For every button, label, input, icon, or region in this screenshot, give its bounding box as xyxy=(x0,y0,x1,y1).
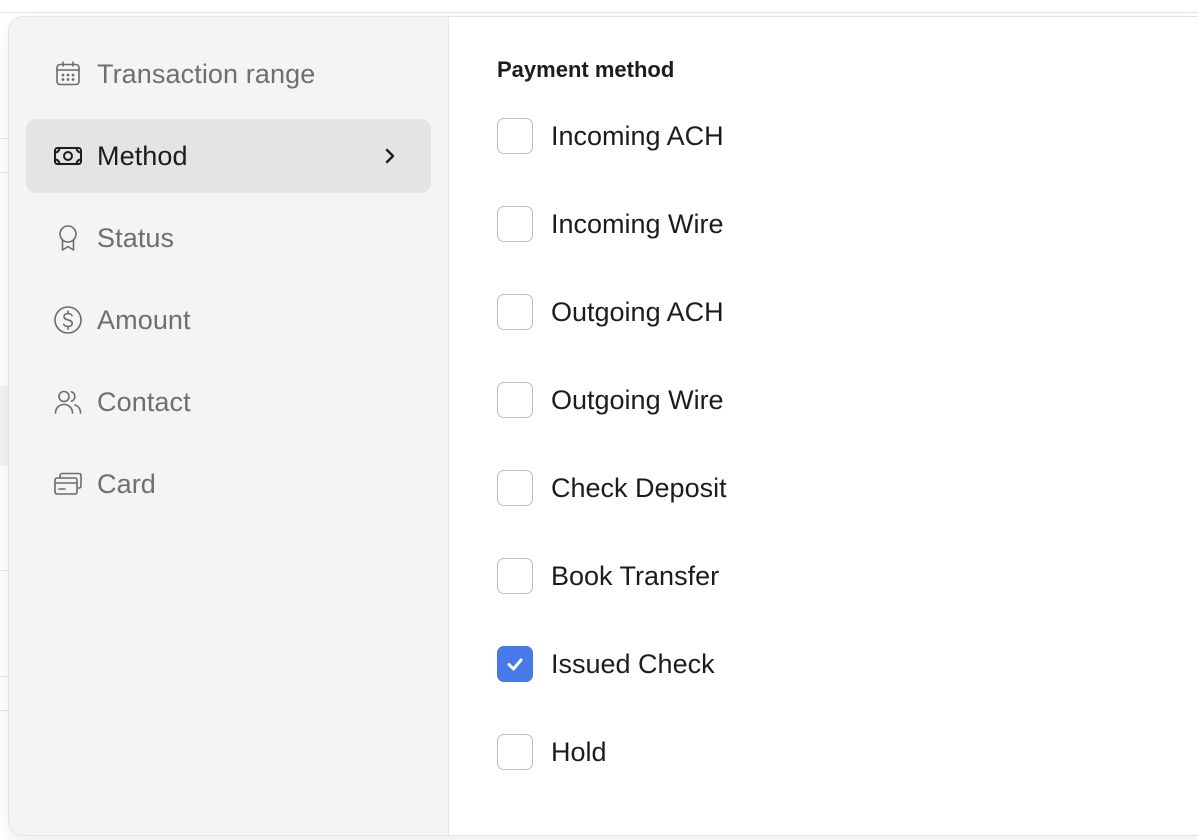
checkbox[interactable] xyxy=(497,558,533,594)
sidebar-item-label: Card xyxy=(97,468,156,499)
banknote-icon xyxy=(51,139,85,173)
option-label: Outgoing Wire xyxy=(551,384,724,415)
checkbox[interactable] xyxy=(497,470,533,506)
checkbox[interactable] xyxy=(497,206,533,242)
checkbox[interactable] xyxy=(497,734,533,770)
option-label: Hold xyxy=(551,736,607,767)
background-divider xyxy=(0,12,1198,13)
checkbox[interactable] xyxy=(497,118,533,154)
sidebar-item-label: Status xyxy=(97,222,175,253)
panel-title: Payment method xyxy=(497,57,675,82)
badge-icon xyxy=(51,221,85,255)
chevron-right-icon xyxy=(379,145,401,167)
option-hold[interactable]: Hold xyxy=(497,734,1198,770)
option-label: Book Transfer xyxy=(551,560,720,591)
calendar-icon xyxy=(51,57,85,91)
dollar-circle-icon xyxy=(51,303,85,337)
sidebar-item-label: Contact xyxy=(97,386,191,417)
background-divider xyxy=(0,710,9,711)
sidebar-item-status[interactable]: Status xyxy=(26,201,431,275)
option-check-deposit[interactable]: Check Deposit xyxy=(497,470,1198,506)
option-book-transfer[interactable]: Book Transfer xyxy=(497,558,1198,594)
sidebar-item-transaction-range[interactable]: Transaction range xyxy=(26,37,431,111)
filter-popover: Transaction range Method Status Amount C… xyxy=(9,17,1198,835)
option-label: Check Deposit xyxy=(551,472,727,503)
checkbox[interactable] xyxy=(497,382,533,418)
background-divider xyxy=(0,138,9,139)
users-icon xyxy=(51,385,85,419)
background-row xyxy=(0,386,9,466)
option-label: Incoming Wire xyxy=(551,208,724,239)
option-label: Outgoing ACH xyxy=(551,296,724,327)
sidebar-item-card[interactable]: Card xyxy=(26,447,431,521)
payment-method-options: Incoming ACH Incoming Wire Outgoing ACH … xyxy=(497,118,1198,822)
background-divider xyxy=(0,570,9,571)
sidebar-item-label: Transaction range xyxy=(97,58,316,89)
sidebar-item-label: Amount xyxy=(97,304,191,335)
option-label: Issued Check xyxy=(551,648,715,679)
sidebar-item-label: Method xyxy=(97,140,188,171)
background-divider xyxy=(0,676,9,677)
checkmark-icon xyxy=(507,658,523,671)
option-outgoing-ach[interactable]: Outgoing ACH xyxy=(497,294,1198,330)
option-incoming-ach[interactable]: Incoming ACH xyxy=(497,118,1198,154)
filter-sidebar: Transaction range Method Status Amount C… xyxy=(9,17,449,835)
option-label: Incoming ACH xyxy=(551,120,724,151)
background-divider xyxy=(0,172,9,173)
option-outgoing-wire[interactable]: Outgoing Wire xyxy=(497,382,1198,418)
option-incoming-wire[interactable]: Incoming Wire xyxy=(497,206,1198,242)
checkbox-checked[interactable] xyxy=(497,646,533,682)
option-issued-check[interactable]: Issued Check xyxy=(497,646,1198,682)
cards-icon xyxy=(51,467,85,501)
sidebar-item-contact[interactable]: Contact xyxy=(26,365,431,439)
sidebar-item-method[interactable]: Method xyxy=(26,119,431,193)
sidebar-item-amount[interactable]: Amount xyxy=(26,283,431,357)
checkbox[interactable] xyxy=(497,294,533,330)
filter-options-panel: Payment method Incoming ACH Incoming Wir… xyxy=(449,17,1198,835)
